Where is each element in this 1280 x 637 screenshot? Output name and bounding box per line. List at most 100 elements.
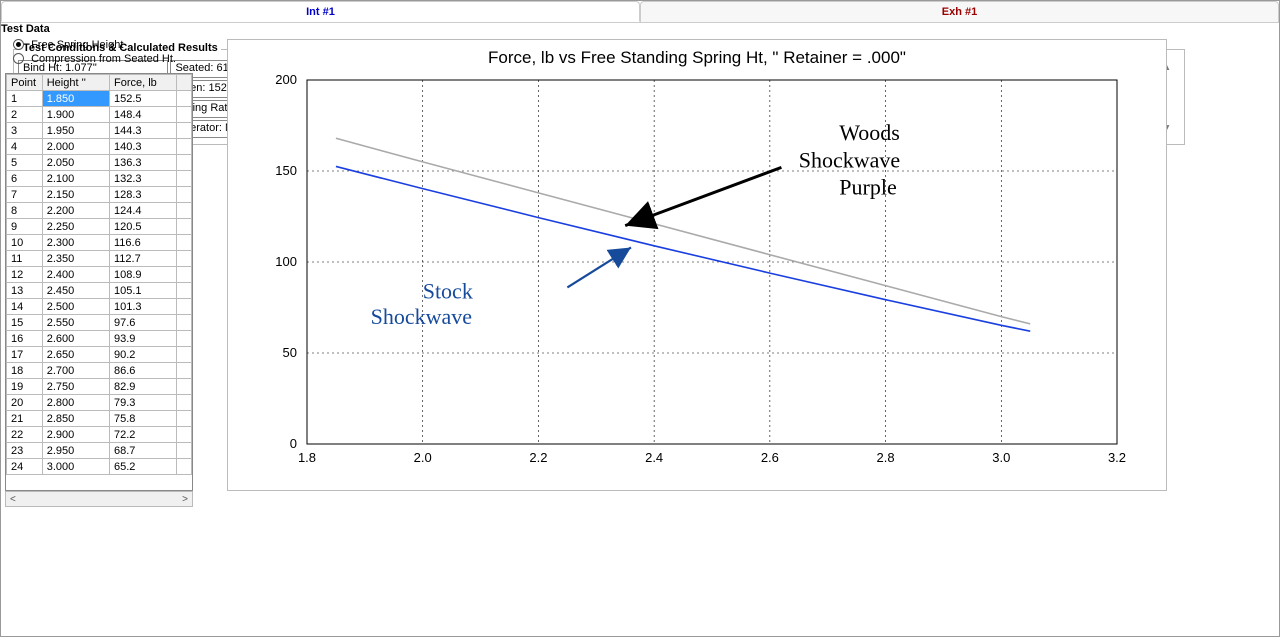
table-row[interactable]: 212.85075.8 — [7, 411, 192, 427]
cell-spacer — [177, 459, 192, 475]
svg-text:3.0: 3.0 — [992, 450, 1010, 465]
table-row[interactable]: 232.95068.7 — [7, 443, 192, 459]
cell-force: 124.4 — [110, 203, 177, 219]
cell-spacer — [177, 299, 192, 315]
svg-text:Shockwave: Shockwave — [371, 304, 472, 329]
cell-spacer — [177, 155, 192, 171]
table-hscrollbar[interactable]: < > — [5, 491, 193, 507]
table-row[interactable]: 72.150128.3 — [7, 187, 192, 203]
cell-force: 132.3 — [110, 171, 177, 187]
content-area: Test Conditions & Calculated Results Bin… — [1, 23, 1279, 636]
svg-text:Stock: Stock — [423, 278, 473, 303]
table-row[interactable]: 192.75082.9 — [7, 379, 192, 395]
cell-point: 1 — [7, 91, 43, 107]
scroll-right-icon[interactable]: > — [178, 494, 192, 505]
cell-point: 5 — [7, 155, 43, 171]
cell-spacer — [177, 315, 192, 331]
group-test-data-legend: Test Data — [1, 23, 1173, 35]
table-row[interactable]: 172.65090.2 — [7, 347, 192, 363]
table-row[interactable]: 243.00065.2 — [7, 459, 192, 475]
svg-text:200: 200 — [275, 72, 297, 87]
cell-force: 72.2 — [110, 427, 177, 443]
table-row[interactable]: 21.900148.4 — [7, 107, 192, 123]
svg-text:2.6: 2.6 — [761, 450, 779, 465]
table-row[interactable]: 152.55097.6 — [7, 315, 192, 331]
cell-spacer — [177, 411, 192, 427]
table-row[interactable]: 122.400108.9 — [7, 267, 192, 283]
cell-point: 19 — [7, 379, 43, 395]
table-row[interactable]: 62.100132.3 — [7, 171, 192, 187]
cell-spacer — [177, 283, 192, 299]
svg-text:3.2: 3.2 — [1108, 450, 1126, 465]
table-row[interactable]: 142.500101.3 — [7, 299, 192, 315]
cell-force: 144.3 — [110, 123, 177, 139]
cell-force: 101.3 — [110, 299, 177, 315]
cell-height: 2.450 — [42, 283, 109, 299]
tab-int1[interactable]: Int #1 — [1, 1, 640, 22]
cell-point: 24 — [7, 459, 43, 475]
cell-height: 1.900 — [42, 107, 109, 123]
cell-spacer — [177, 331, 192, 347]
cell-point: 11 — [7, 251, 43, 267]
radio-compression[interactable]: Compression from Seated Ht. — [13, 53, 176, 65]
scroll-left-icon[interactable]: < — [6, 494, 20, 505]
table-row[interactable]: 102.300116.6 — [7, 235, 192, 251]
table-row[interactable]: 11.850152.5 — [7, 91, 192, 107]
cell-spacer — [177, 363, 192, 379]
table-row[interactable]: 82.200124.4 — [7, 203, 192, 219]
cell-point: 21 — [7, 411, 43, 427]
cell-spacer — [177, 171, 192, 187]
cell-force: 79.3 — [110, 395, 177, 411]
cell-force: 136.3 — [110, 155, 177, 171]
app-frame: Int #1 Exh #1 Test Conditions & Calculat… — [0, 0, 1280, 637]
th-force[interactable]: Force, lb — [110, 75, 177, 91]
chart-svg: 1.82.02.22.42.62.83.03.2050100150200Wood… — [247, 70, 1147, 478]
cell-spacer — [177, 107, 192, 123]
cell-height: 1.850 — [42, 91, 109, 107]
cell-spacer — [177, 395, 192, 411]
svg-text:Woods: Woods — [839, 120, 900, 145]
cell-force: 93.9 — [110, 331, 177, 347]
cell-point: 23 — [7, 443, 43, 459]
table-row[interactable]: 132.450105.1 — [7, 283, 192, 299]
svg-text:1.8: 1.8 — [298, 450, 316, 465]
cell-point: 17 — [7, 347, 43, 363]
svg-text:150: 150 — [275, 163, 297, 178]
th-height[interactable]: Height '' — [42, 75, 109, 91]
data-table-wrap[interactable]: Point Height '' Force, lb 11.850152.521.… — [5, 73, 193, 491]
table-row[interactable]: 162.60093.9 — [7, 331, 192, 347]
cell-point: 15 — [7, 315, 43, 331]
svg-text:50: 50 — [283, 345, 297, 360]
cell-point: 2 — [7, 107, 43, 123]
cell-height: 2.950 — [42, 443, 109, 459]
svg-text:2.4: 2.4 — [645, 450, 663, 465]
cell-spacer — [177, 347, 192, 363]
radio-free-spring-height[interactable]: Free Spring Height — [13, 39, 123, 51]
cell-force: 65.2 — [110, 459, 177, 475]
cell-force: 105.1 — [110, 283, 177, 299]
table-row[interactable]: 31.950144.3 — [7, 123, 192, 139]
cell-point: 10 — [7, 235, 43, 251]
cell-height: 2.300 — [42, 235, 109, 251]
cell-height: 2.100 — [42, 171, 109, 187]
cell-spacer — [177, 379, 192, 395]
tab-exh1[interactable]: Exh #1 — [640, 1, 1279, 22]
table-row[interactable]: 202.80079.3 — [7, 395, 192, 411]
th-point[interactable]: Point — [7, 75, 43, 91]
cell-height: 1.950 — [42, 123, 109, 139]
cell-point: 9 — [7, 219, 43, 235]
table-row[interactable]: 42.000140.3 — [7, 139, 192, 155]
table-row[interactable]: 222.90072.2 — [7, 427, 192, 443]
table-row[interactable]: 92.250120.5 — [7, 219, 192, 235]
cell-height: 2.650 — [42, 347, 109, 363]
table-row[interactable]: 182.70086.6 — [7, 363, 192, 379]
cell-spacer — [177, 203, 192, 219]
cell-force: 116.6 — [110, 235, 177, 251]
cell-point: 6 — [7, 171, 43, 187]
cell-point: 3 — [7, 123, 43, 139]
svg-text:0: 0 — [290, 436, 297, 451]
cell-spacer — [177, 443, 192, 459]
table-row[interactable]: 112.350112.7 — [7, 251, 192, 267]
chart-title: Force, lb vs Free Standing Spring Ht, " … — [228, 40, 1166, 70]
table-row[interactable]: 52.050136.3 — [7, 155, 192, 171]
